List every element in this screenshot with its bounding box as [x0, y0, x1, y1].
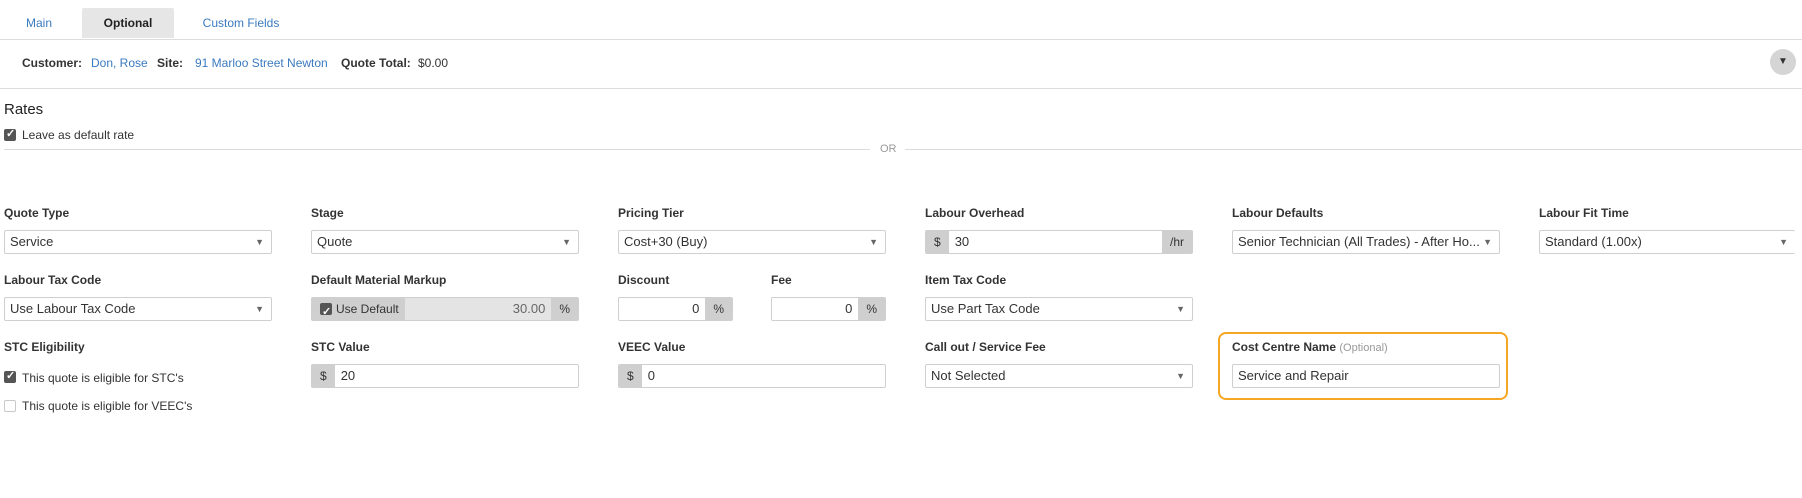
item-tax-code-value: Use Part Tax Code [931, 301, 1040, 316]
labour-fit-time-value: Standard (1.00x) [1545, 234, 1642, 249]
veec-value-label: VEEC Value [618, 340, 686, 354]
chevron-down-icon: ▼ [255, 304, 264, 314]
labour-defaults-value: Senior Technician (All Trades) - After H… [1238, 234, 1480, 249]
labour-defaults-select[interactable]: Senior Technician (All Trades) - After H… [1232, 230, 1500, 254]
labour-defaults-label: Labour Defaults [1232, 206, 1324, 220]
item-tax-code-label: Item Tax Code [925, 273, 1007, 287]
chevron-down-icon[interactable]: ▼ [1770, 49, 1796, 75]
site-link[interactable]: 91 Marloo Street Newton [195, 56, 328, 70]
item-tax-code-select[interactable]: Use Part Tax Code ▼ [925, 297, 1193, 321]
discount-group: 0 % [618, 297, 733, 321]
veec-checkbox[interactable] [4, 400, 16, 412]
chevron-down-icon: ▼ [1483, 237, 1492, 247]
use-default-toggle[interactable]: Use Default [312, 298, 405, 320]
fee-input[interactable]: 0 [772, 298, 858, 320]
stc-value-input[interactable]: 20 [335, 365, 578, 387]
material-markup-input[interactable]: 30.00 [404, 298, 552, 320]
use-default-label: Use Default [336, 302, 399, 316]
chevron-down-icon: ▼ [1779, 237, 1788, 247]
chevron-down-icon: ▼ [562, 237, 571, 247]
pricing-tier-select[interactable]: Cost+30 (Buy) ▼ [618, 230, 886, 254]
or-divider-right [905, 149, 1802, 150]
labour-overhead-input[interactable]: 30 [949, 231, 1162, 253]
chevron-down-icon: ▼ [1176, 371, 1185, 381]
per-hour-suffix: /hr [1161, 231, 1192, 253]
dollar-prefix: $ [312, 365, 335, 387]
tab-divider [0, 39, 1802, 40]
stage-value: Quote [317, 234, 353, 249]
stc-value-label: STC Value [311, 340, 370, 354]
fee-group: 0 % [771, 297, 886, 321]
use-default-checkbox[interactable] [320, 301, 332, 320]
default-rate-label: Leave as default rate [22, 128, 135, 142]
callout-fee-label: Call out / Service Fee [925, 340, 1046, 354]
labour-fit-time-select[interactable]: Standard (1.00x) ▼ [1539, 230, 1795, 254]
callout-fee-select[interactable]: Not Selected ▼ [925, 364, 1193, 388]
percent-suffix: % [858, 298, 885, 320]
veec-value-input[interactable]: 0 [642, 365, 885, 387]
pricing-tier-value: Cost+30 (Buy) [624, 234, 708, 249]
labour-tax-code-label: Labour Tax Code [4, 273, 102, 287]
chevron-down-icon: ▼ [255, 237, 264, 247]
labour-tax-code-select[interactable]: Use Labour Tax Code ▼ [4, 297, 272, 321]
stage-select[interactable]: Quote ▼ [311, 230, 579, 254]
default-rate-checkbox[interactable] [4, 127, 16, 141]
callout-fee-value: Not Selected [931, 368, 1006, 383]
quote-type-label: Quote Type [4, 206, 70, 220]
labour-overhead-group: $ 30 /hr [925, 230, 1193, 254]
quote-type-value: Service [10, 234, 54, 249]
or-text: OR [880, 143, 897, 155]
labour-tax-code-value: Use Labour Tax Code [10, 301, 136, 316]
veec-checkbox-label: This quote is eligible for VEEC's [22, 399, 193, 413]
chevron-down-icon: ▼ [869, 237, 878, 247]
dollar-prefix: $ [619, 365, 642, 387]
percent-suffix: % [551, 298, 578, 320]
quote-total-label: Quote Total: [341, 56, 411, 70]
rates-title: Rates [4, 101, 44, 118]
tab-custom-fields[interactable]: Custom Fields [186, 8, 296, 38]
fee-label: Fee [771, 273, 792, 287]
labour-fit-time-label: Labour Fit Time [1539, 206, 1629, 220]
customer-label: Customer: [22, 56, 83, 70]
stc-checkbox[interactable] [4, 369, 16, 383]
quote-type-select[interactable]: Service ▼ [4, 230, 272, 254]
chevron-down-icon: ▼ [1176, 304, 1185, 314]
cost-centre-name-input[interactable]: Service and Repair [1232, 364, 1500, 388]
pricing-tier-label: Pricing Tier [618, 206, 684, 220]
stc-eligibility-label: STC Eligibility [4, 340, 85, 354]
tab-main[interactable]: Main [4, 8, 74, 38]
veec-value-group: $ 0 [618, 364, 886, 388]
quote-total-value: $0.00 [418, 56, 449, 70]
stc-checkbox-label: This quote is eligible for STC's [22, 371, 184, 385]
labour-overhead-label: Labour Overhead [925, 206, 1025, 220]
stage-label: Stage [311, 206, 344, 220]
customer-link[interactable]: Don, Rose [91, 56, 148, 70]
tab-optional[interactable]: Optional [82, 8, 174, 38]
info-divider [0, 88, 1802, 89]
site-label: Site: [157, 56, 184, 70]
discount-label: Discount [618, 273, 670, 287]
percent-suffix: % [705, 298, 732, 320]
or-divider-left [4, 149, 870, 150]
stc-value-group: $ 20 [311, 364, 579, 388]
default-material-markup-label: Default Material Markup [311, 273, 447, 287]
dollar-prefix: $ [926, 231, 949, 253]
discount-input[interactable]: 0 [619, 298, 705, 320]
material-markup-group: Use Default 30.00 % [311, 297, 579, 321]
